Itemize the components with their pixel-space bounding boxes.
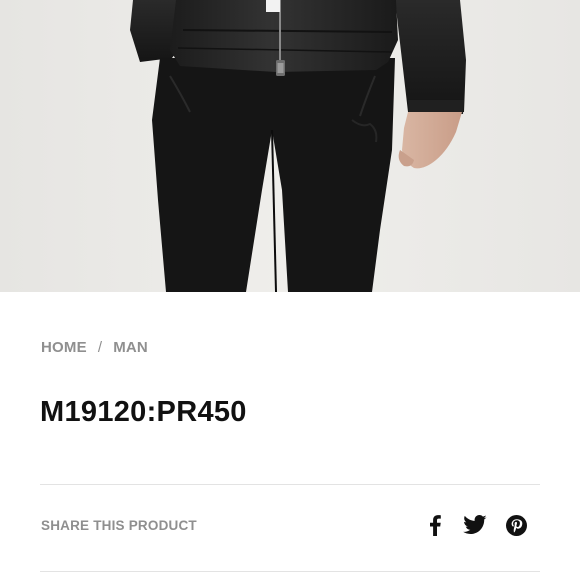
product-page: HOME / MAN M19120:PR450 SHARE THIS PRODU… [0, 0, 580, 580]
divider [40, 484, 540, 485]
product-image[interactable] [0, 0, 580, 292]
product-title: M19120:PR450 [40, 396, 247, 428]
breadcrumb-separator: / [97, 338, 103, 356]
share-label: SHARE THIS PRODUCT [41, 518, 197, 533]
facebook-icon[interactable] [424, 513, 446, 537]
twitter-icon[interactable] [462, 513, 488, 537]
breadcrumb: HOME / MAN [41, 338, 148, 356]
breadcrumb-man-link[interactable]: MAN [113, 339, 148, 356]
breadcrumb-home-link[interactable]: HOME [41, 339, 87, 356]
share-icons [424, 513, 528, 537]
divider [40, 571, 540, 572]
pinterest-icon[interactable] [504, 513, 528, 537]
